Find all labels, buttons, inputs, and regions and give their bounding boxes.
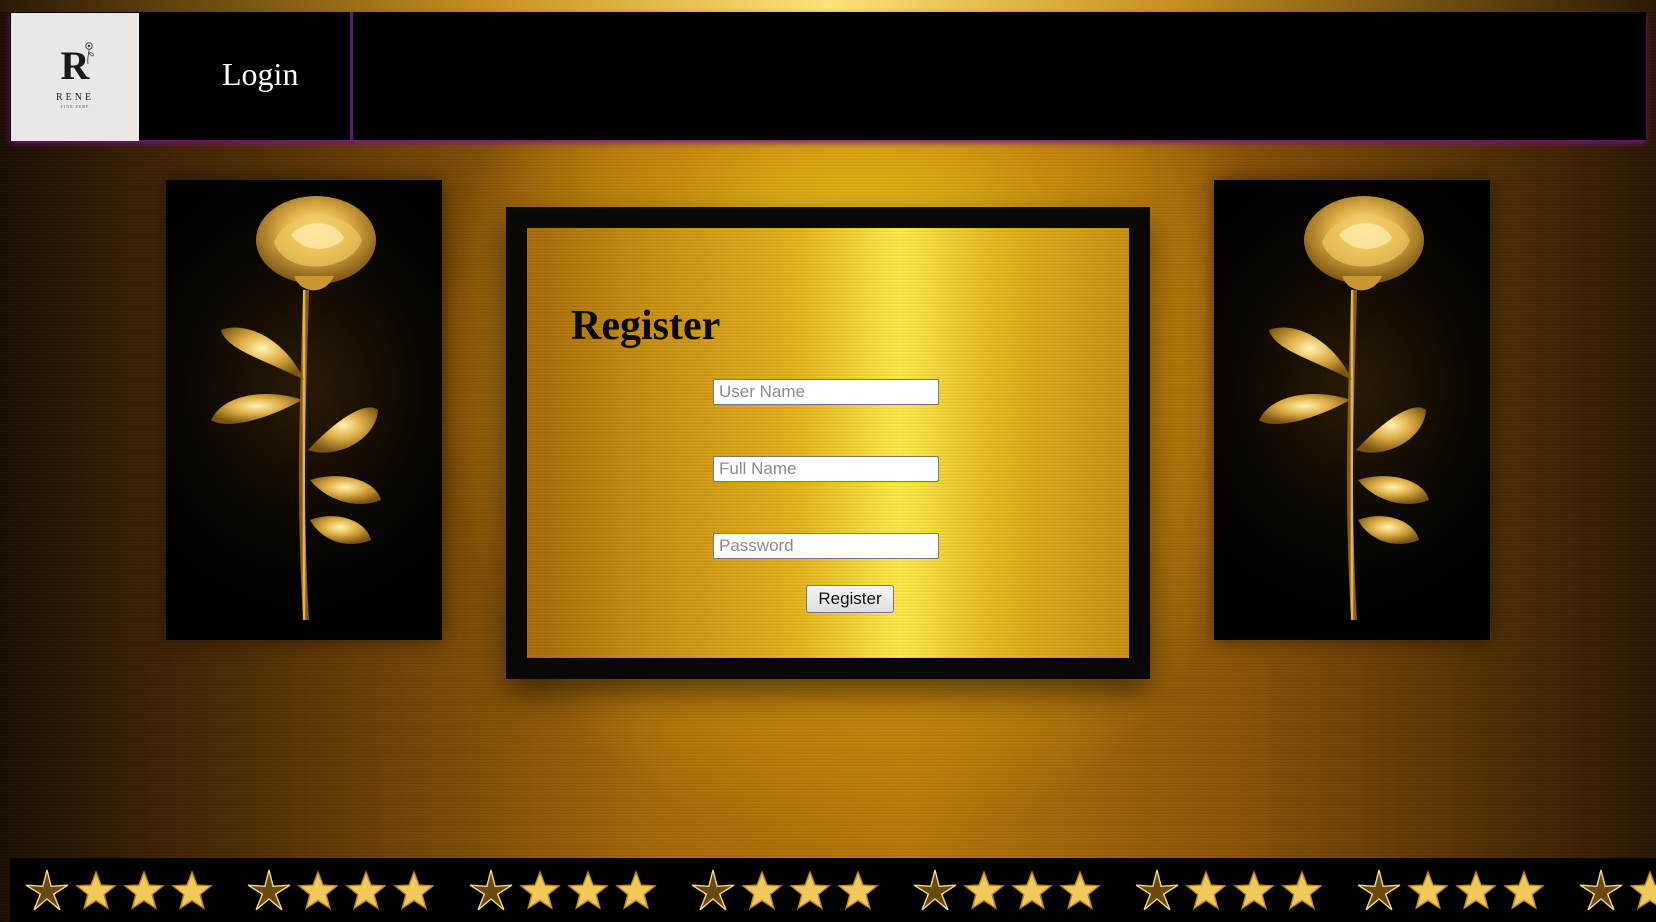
golden-rose-icon xyxy=(1259,196,1429,621)
gold-star-icon xyxy=(1629,870,1656,910)
header-bar: R RENE FINE PERF Login xyxy=(10,12,1646,141)
logo-name: RENE xyxy=(55,91,95,103)
gold-star-icon xyxy=(171,870,213,910)
gold-star-icon xyxy=(1011,870,1053,910)
logo-flower-icon xyxy=(85,42,94,65)
gold-star-icon xyxy=(393,870,435,910)
gold-star-icon xyxy=(1503,870,1545,910)
register-form: Register Register xyxy=(527,228,1129,658)
register-button[interactable]: Register xyxy=(806,585,894,613)
star-group xyxy=(469,869,657,911)
star-group xyxy=(247,869,435,911)
gold-star-icon xyxy=(519,870,561,910)
star-group xyxy=(913,869,1101,911)
gold-star-icon xyxy=(123,870,165,910)
gold-star-icon xyxy=(1135,869,1179,911)
gold-star-icon xyxy=(345,870,387,910)
right-rose-panel xyxy=(1214,180,1490,640)
gold-star-icon xyxy=(297,870,339,910)
gold-star-icon xyxy=(1357,869,1401,911)
password-input[interactable] xyxy=(713,533,939,559)
logo-tagline: FINE PERF xyxy=(60,103,90,109)
gold-star-icon xyxy=(1579,869,1623,911)
star-group xyxy=(1357,869,1545,911)
register-title: Register xyxy=(571,303,721,349)
left-rose-panel xyxy=(166,180,442,640)
register-card-frame: Register Register xyxy=(506,207,1150,679)
login-link[interactable]: Login xyxy=(222,56,298,93)
gold-star-icon xyxy=(1281,870,1323,910)
gold-star-icon xyxy=(615,870,657,910)
top-glow-strip xyxy=(0,0,1656,12)
star-group xyxy=(1135,869,1323,911)
gold-star-icon xyxy=(469,869,513,911)
gold-star-icon xyxy=(837,870,879,910)
gold-star-icon xyxy=(789,870,831,910)
brand-logo[interactable]: R RENE FINE PERF xyxy=(11,13,139,141)
gold-star-icon xyxy=(247,869,291,911)
golden-rose-icon xyxy=(211,196,381,621)
star-group xyxy=(25,869,213,911)
fullname-input[interactable] xyxy=(713,456,939,482)
gold-star-icon xyxy=(1059,870,1101,910)
gold-star-icon xyxy=(741,870,783,910)
star-footer xyxy=(10,858,1656,922)
gold-star-icon xyxy=(25,869,69,911)
gold-star-icon xyxy=(963,870,1005,910)
gold-star-icon xyxy=(913,869,957,911)
gold-star-icon xyxy=(1233,870,1275,910)
gold-star-icon xyxy=(567,870,609,910)
gold-star-icon xyxy=(1455,870,1497,910)
username-input[interactable] xyxy=(713,379,939,405)
gold-star-icon xyxy=(1185,870,1227,910)
gold-star-icon xyxy=(1407,870,1449,910)
header-divider xyxy=(350,12,353,140)
star-group xyxy=(1579,869,1656,911)
gold-star-icon xyxy=(75,870,117,910)
gold-star-icon xyxy=(691,869,735,911)
star-group xyxy=(691,869,879,911)
